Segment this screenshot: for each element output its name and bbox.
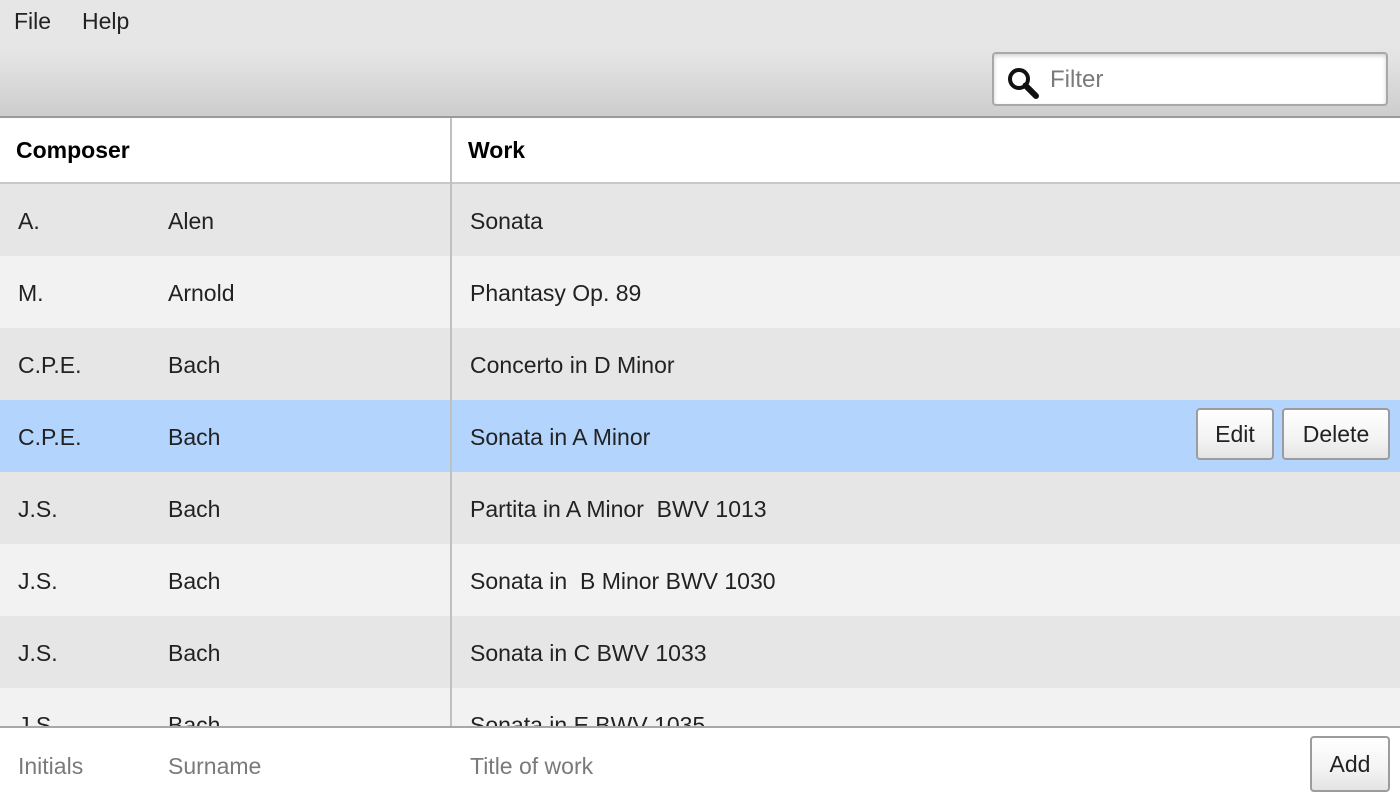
initials-cell: J.S. [18, 640, 58, 666]
surname-cell: Bach [168, 712, 221, 726]
work-cell: Phantasy Op. 89 [470, 280, 642, 306]
work-cell: Partita in A Minor BWV 1013 [470, 496, 767, 522]
edit-button[interactable]: Edit [1196, 408, 1274, 460]
table-row[interactable]: A. Alen Sonata [0, 184, 1400, 256]
work-cell: Sonata in E BWV 1035 [470, 712, 706, 726]
surname-cell: Alen [168, 208, 215, 234]
work-cell: Sonata in C BWV 1033 [470, 640, 707, 666]
initials-cell: C.P.E. [18, 424, 82, 450]
table-header: Composer Work [0, 118, 1400, 184]
surname-cell: Bach [168, 424, 221, 450]
table-row[interactable]: J.S. Bach Sonata in C BWV 1033 [0, 616, 1400, 688]
column-divider[interactable] [450, 118, 452, 800]
menu-help[interactable]: Help [82, 8, 129, 35]
add-entry-bar: Add [0, 726, 1400, 800]
table-row[interactable]: J.S. Bach Sonata in E BWV 1035 [0, 688, 1400, 726]
toolbar [0, 44, 1400, 118]
initials-cell: J.S. [18, 712, 58, 726]
table-row[interactable]: M. Arnold Phantasy Op. 89 [0, 256, 1400, 328]
initials-input[interactable] [18, 748, 158, 784]
filter-input[interactable] [1048, 60, 1382, 100]
surname-cell: Bach [168, 496, 221, 522]
surname-cell: Bach [168, 352, 221, 378]
title-of-work-input[interactable] [470, 748, 1290, 784]
surname-input[interactable] [168, 748, 438, 784]
initials-cell: J.S. [18, 568, 58, 594]
initials-cell: M. [18, 280, 44, 306]
filter-box[interactable] [992, 52, 1388, 106]
table-row[interactable]: J.S. Bach Partita in A Minor BWV 1013 [0, 472, 1400, 544]
surname-cell: Bach [168, 640, 221, 666]
surname-cell: Bach [168, 568, 221, 594]
table-row[interactable]: C.P.E. Bach Sonata in A Minor Edit Delete [0, 400, 1400, 472]
initials-cell: C.P.E. [18, 352, 82, 378]
add-button[interactable]: Add [1310, 736, 1390, 792]
column-header-composer[interactable]: Composer [16, 137, 130, 164]
work-cell: Concerto in D Minor [470, 352, 675, 378]
work-cell: Sonata [470, 208, 543, 234]
work-cell: Sonata in A Minor [470, 424, 651, 450]
initials-cell: A. [18, 208, 40, 234]
initials-cell: J.S. [18, 496, 58, 522]
table-body: A. Alen Sonata M. Arnold Phantasy Op. 89 C.P.E… [0, 184, 1400, 726]
delete-button[interactable]: Delete [1282, 408, 1390, 460]
column-header-work[interactable]: Work [468, 137, 525, 164]
search-icon [1008, 68, 1039, 99]
menu-bar: File Help [0, 0, 1400, 44]
table-row[interactable]: J.S. Bach Sonata in B Minor BWV 1030 [0, 544, 1400, 616]
menu-file[interactable]: File [14, 8, 51, 35]
table-row[interactable]: C.P.E. Bach Concerto in D Minor [0, 328, 1400, 400]
surname-cell: Arnold [168, 280, 235, 306]
work-cell: Sonata in B Minor BWV 1030 [470, 568, 776, 594]
